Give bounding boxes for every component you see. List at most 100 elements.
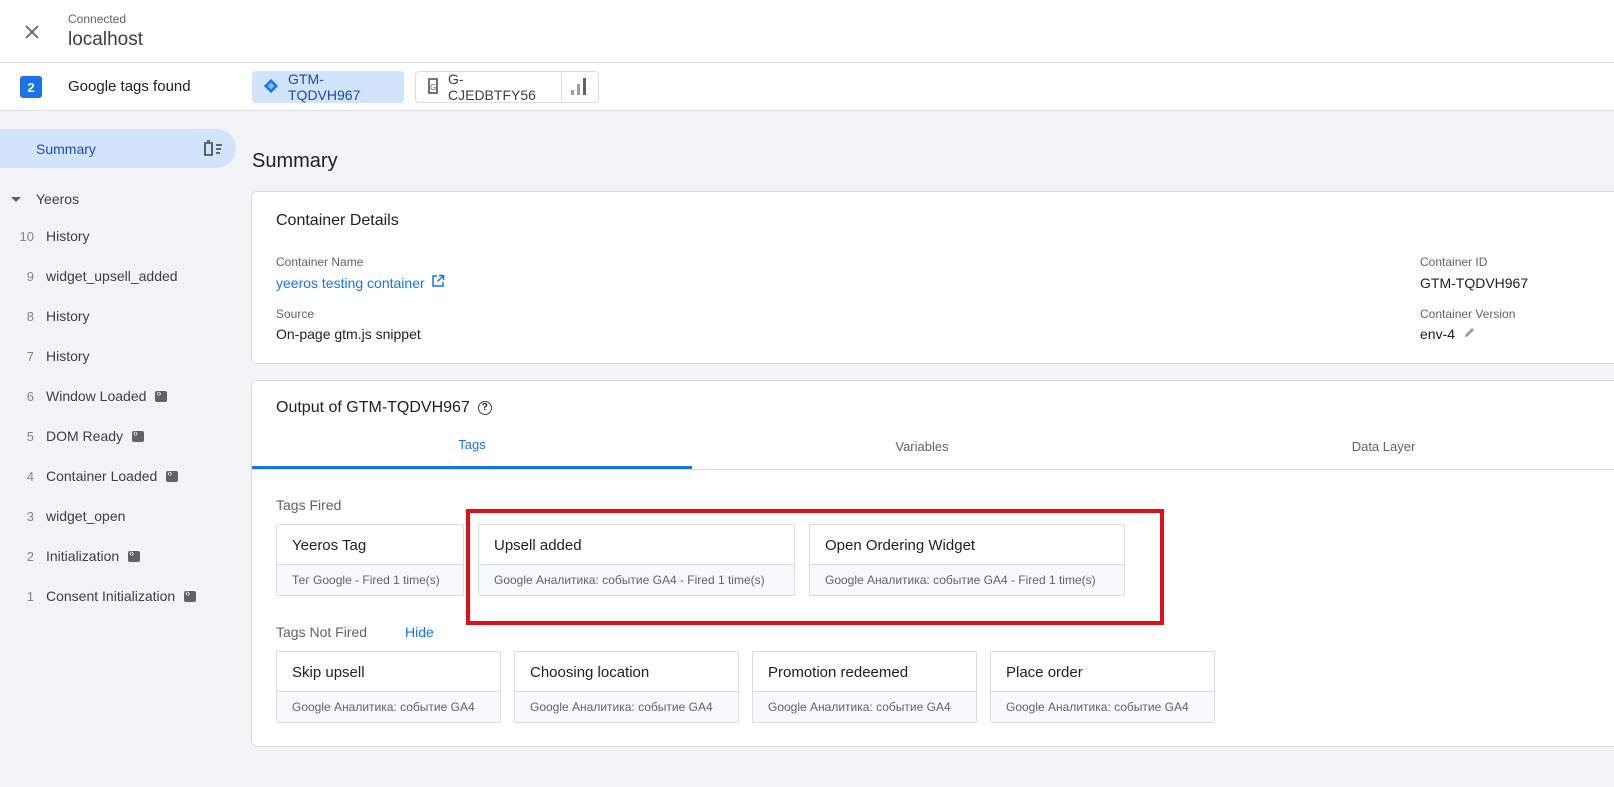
sidebar-event[interactable]: 8 History xyxy=(0,301,236,331)
container-name-link[interactable]: yeeros testing container xyxy=(276,274,445,291)
sidebar-event[interactable]: 7 History xyxy=(0,341,236,371)
google-tag-icon: G xyxy=(426,77,440,98)
output-title: Output of GTM-TQDVH967? xyxy=(276,399,492,417)
source-value: On-page gtm.js snippet xyxy=(276,326,421,342)
tags-found-label: Google tags found xyxy=(68,78,191,95)
event-label: Consent Initialization xyxy=(46,588,176,604)
svg-text:G: G xyxy=(430,83,436,92)
sidebar-event[interactable]: 9 widget_upsell_added xyxy=(0,261,236,291)
tab-data-layer[interactable]: Data Layer xyxy=(1152,423,1614,469)
event-number: 6 xyxy=(26,388,34,404)
page-title: Summary xyxy=(252,150,338,172)
event-number: 4 xyxy=(26,468,34,484)
tag-count-badge: 2 xyxy=(20,76,42,98)
tag-name: Promotion redeemed xyxy=(753,652,976,692)
tag-card-fired[interactable]: Open Ordering Widget Google Аналитика: с… xyxy=(809,524,1125,596)
api-call-icon xyxy=(155,388,168,402)
tag-card-not-fired[interactable]: Promotion redeemed Google Аналитика: соб… xyxy=(752,651,977,723)
tag-card-not-fired[interactable]: Choosing location Google Аналитика: собы… xyxy=(514,651,739,723)
clear-messages-icon[interactable] xyxy=(202,139,224,160)
sidebar-event[interactable]: 4 Container Loaded xyxy=(0,461,236,491)
tag-bar: 2 Google tags found GTM-TQDVH967 G G-CJE… xyxy=(0,63,1614,111)
api-call-icon xyxy=(132,428,145,442)
container-id-label: Container ID xyxy=(1420,255,1488,269)
output-tabs: Tags Variables Data Layer xyxy=(252,423,1614,470)
card-title: Container Details xyxy=(276,212,399,229)
container-name-label: Container Name xyxy=(276,255,364,269)
caret-down-icon xyxy=(11,196,21,202)
tag-name: Open Ordering Widget xyxy=(810,525,1124,565)
api-call-icon xyxy=(128,548,141,562)
sidebar-group-label: Yeeros xyxy=(36,191,80,207)
tag-card-fired[interactable]: Yeeros Tag Тег Google - Fired 1 time(s) xyxy=(276,524,464,596)
edit-pencil-icon[interactable] xyxy=(1463,326,1476,342)
tag-subtitle: Google Аналитика: событие GA4 xyxy=(753,692,976,722)
tag-chip-label: GTM-TQDVH967 xyxy=(288,71,361,103)
source-label: Source xyxy=(276,307,315,321)
sidebar-event[interactable]: 1 Consent Initialization xyxy=(0,581,236,611)
output-title-text: Output of GTM-TQDVH967 xyxy=(276,399,470,416)
output-card: Output of GTM-TQDVH967? Tags Variables D… xyxy=(251,380,1614,747)
container-version-value: env-4 xyxy=(1420,326,1456,342)
sidebar-event[interactable]: 10 History xyxy=(0,221,236,251)
chip-divider xyxy=(561,73,562,101)
event-label: Window Loaded xyxy=(46,388,147,404)
help-icon[interactable]: ? xyxy=(477,400,492,415)
sidebar-event[interactable]: 3 widget_open xyxy=(0,501,236,531)
tags-not-fired-label: Tags Not Fired xyxy=(276,624,368,640)
tag-subtitle: Google Аналитика: событие GA4 - Fired 1 … xyxy=(810,565,1124,595)
sidebar: Summary Yeeros 10 History 9 widget_upsell_… xyxy=(0,111,240,787)
event-label: History xyxy=(46,348,90,364)
event-number: 10 xyxy=(19,228,34,244)
tag-subtitle: Google Аналитика: событие GA4 xyxy=(991,692,1214,722)
tags-fired-label: Tags Fired xyxy=(276,497,342,513)
tag-card-not-fired[interactable]: Skip upsell Google Аналитика: событие GA… xyxy=(276,651,501,723)
sidebar-item-summary[interactable]: Summary xyxy=(0,129,236,168)
event-number: 8 xyxy=(26,308,34,324)
event-label: widget_open xyxy=(46,508,126,524)
tag-name: Place order xyxy=(991,652,1214,692)
container-details-card: Container Details Container Name yeeros … xyxy=(251,191,1614,364)
container-version-label: Container Version xyxy=(1420,307,1516,321)
container-name-value: yeeros testing container xyxy=(276,274,425,291)
tag-subtitle: Тег Google - Fired 1 time(s) xyxy=(277,565,463,595)
tag-chip-gtm[interactable]: GTM-TQDVH967 xyxy=(252,71,404,103)
connection-status: Connected xyxy=(68,12,127,26)
hide-link[interactable]: Hide xyxy=(405,624,434,640)
event-label: History xyxy=(46,308,90,324)
container-version: env-4 xyxy=(1420,326,1476,342)
api-call-icon xyxy=(166,468,179,482)
tag-name: Upsell added xyxy=(479,525,794,565)
api-call-icon xyxy=(184,588,197,602)
tag-subtitle: Google Аналитика: событие GA4 - Fired 1 … xyxy=(479,565,794,595)
event-number: 2 xyxy=(26,548,34,564)
analytics-bars-icon xyxy=(570,76,588,99)
event-number: 9 xyxy=(26,268,34,284)
sidebar-group-yeeros[interactable]: Yeeros xyxy=(0,184,79,214)
tag-subtitle: Google Аналитика: событие GA4 xyxy=(515,692,738,722)
event-number: 5 xyxy=(26,428,34,444)
event-number: 7 xyxy=(26,348,34,364)
event-label: DOM Ready xyxy=(46,428,124,444)
sidebar-event[interactable]: 5 DOM Ready xyxy=(0,421,236,451)
connected-host: localhost xyxy=(68,29,143,50)
sidebar-event[interactable]: 6 Window Loaded xyxy=(0,381,236,411)
tag-chip-ga[interactable]: G G-CJEDBTFY56 xyxy=(415,71,599,103)
sidebar-event[interactable]: 2 Initialization xyxy=(0,541,236,571)
tab-tags[interactable]: Tags xyxy=(252,423,692,469)
tag-name: Yeeros Tag xyxy=(277,525,463,565)
tag-card-not-fired[interactable]: Place order Google Аналитика: событие GA… xyxy=(990,651,1215,723)
tag-card-fired[interactable]: Upsell added Google Аналитика: событие G… xyxy=(478,524,795,596)
tag-name: Skip upsell xyxy=(277,652,500,692)
sidebar-item-label: Summary xyxy=(36,140,96,157)
top-bar: Connected localhost xyxy=(0,0,1614,63)
event-label: History xyxy=(46,228,90,244)
close-icon[interactable] xyxy=(18,18,46,46)
event-number: 3 xyxy=(26,508,34,524)
event-label: widget_upsell_added xyxy=(46,268,178,284)
event-label: Container Loaded xyxy=(46,468,158,484)
tag-name: Choosing location xyxy=(515,652,738,692)
tag-subtitle: Google Аналитика: событие GA4 xyxy=(277,692,500,722)
tab-variables[interactable]: Variables xyxy=(692,423,1152,469)
event-label: Initialization xyxy=(46,548,120,564)
